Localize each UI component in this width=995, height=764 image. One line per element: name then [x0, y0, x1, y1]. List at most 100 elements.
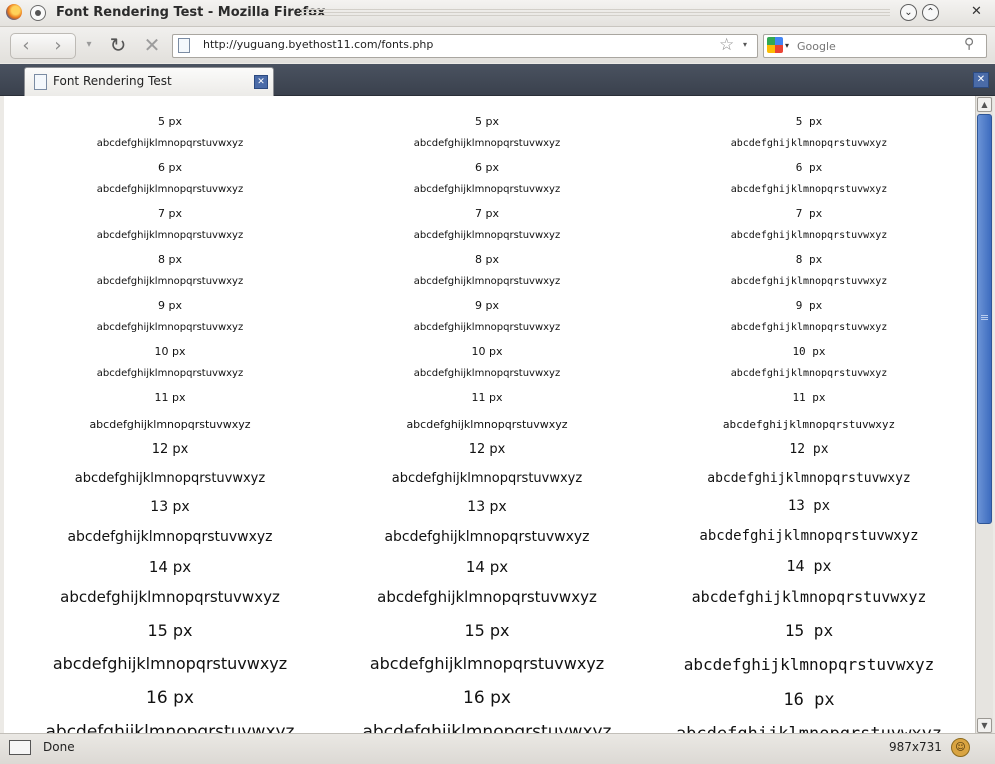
addon-smiley-icon[interactable]: ☺ — [951, 738, 970, 757]
scroll-down-button[interactable]: ▼ — [977, 718, 992, 733]
document-icon — [34, 74, 47, 90]
sample-text: abcdefghijklmnopqrstuvwxyz — [369, 654, 605, 673]
size-label: 5 px — [795, 115, 823, 128]
size-label: 11 px — [471, 391, 503, 404]
size-label: 13 px — [150, 499, 190, 515]
sample-text: abcdefghijklmnopqrstuvwxyz — [96, 368, 244, 379]
vertical-scrollbar[interactable]: ▲ ▼ — [975, 96, 993, 733]
minimize-button[interactable]: ⌄ — [900, 4, 917, 21]
tab-font-rendering-test[interactable]: Font Rendering Test ✕ — [24, 67, 274, 96]
window-menu-icon[interactable] — [30, 5, 46, 21]
back-button[interactable]: ‹ — [10, 33, 42, 59]
size-label: 10 px — [154, 345, 186, 358]
scrollbar-thumb[interactable] — [977, 114, 992, 524]
size-label: 6 px — [795, 161, 823, 174]
page-content: 5 px abcdefghijklmnopqrstuvwxyz 6 px abcdef… — [4, 96, 975, 733]
size-label: 6 px — [475, 161, 499, 174]
sample-text: abcdefghijklmnopqrstuvwxyz — [730, 368, 888, 379]
size-label: 8 px — [475, 253, 499, 266]
tab-strip: Font Rendering Test ✕ — [0, 64, 995, 96]
page-icon — [178, 38, 190, 53]
sample-text: abcdefghijklmnopqrstuvwxyz — [60, 588, 280, 606]
size-label: 11 px — [154, 391, 186, 404]
sample-text: abcdefghijklmnopqrstuvwxyz — [406, 418, 568, 431]
sample-text: abcdefghijklmnopqrstuvwxyz — [730, 138, 888, 149]
sample-text: abcdefghijklmnopqrstuvwxyz — [74, 471, 266, 486]
search-engine-dropdown-icon[interactable]: ▾ — [785, 41, 789, 50]
size-label: 14 px — [148, 558, 192, 576]
size-label: 16 px — [146, 688, 194, 708]
sample-text: abcdefghijklmnopqrstuvwxyz — [691, 588, 927, 606]
size-label: 15 px — [147, 621, 193, 640]
size-label: 7 px — [795, 207, 823, 220]
window-title: Font Rendering Test - Mozilla Firefox — [56, 5, 326, 20]
sample-text: abcdefghijklmnopqrstuvwxyz — [96, 138, 244, 149]
sample-text: abcdefghijklmnopqrstuvwxyz — [96, 322, 244, 333]
window-titlebar[interactable]: Font Rendering Test - Mozilla Firefox ⌄ … — [0, 0, 995, 27]
sample-text: abcdefghijklmnopqrstuvwxyz — [67, 529, 273, 545]
stop-button[interactable]: ✕ — [138, 33, 166, 57]
sample-text: abcdefghijklmnopqrstuvwxyz — [413, 230, 561, 241]
size-label: 5 px — [475, 115, 499, 128]
size-label: 8 px — [795, 253, 823, 266]
firefox-logo-icon — [6, 4, 22, 20]
size-label: 8 px — [158, 253, 182, 266]
search-input[interactable] — [797, 38, 957, 54]
size-label: 7 px — [475, 207, 499, 220]
sample-text: abcdefghijklmnopqrstuvwxyz — [96, 230, 244, 241]
sample-text: abcdefghijklmnopqrstuvwxyz — [683, 655, 935, 674]
forward-button[interactable]: › — [41, 33, 76, 59]
tab-label: Font Rendering Test — [53, 74, 172, 88]
size-label: 11 px — [792, 391, 826, 404]
sample-text: abcdefghijklmnopqrstuvwxyz — [362, 722, 612, 734]
sample-text: abcdefghijklmnopqrstuvwxyz — [384, 529, 590, 545]
size-label: 5 px — [158, 115, 182, 128]
size-label: 10 px — [792, 345, 826, 358]
size-label: 14 px — [465, 558, 509, 576]
close-tab-button[interactable]: ✕ — [973, 72, 989, 88]
sample-text: abcdefghijklmnopqrstuvwxyz — [377, 588, 597, 606]
sample-text: abcdefghijklmnopqrstuvwxyz — [707, 471, 911, 486]
sample-text: abcdefghijklmnopqrstuvwxyz — [413, 138, 561, 149]
sample-text: abcdefghijklmnopqrstuvwxyz — [413, 276, 561, 287]
size-label: 9 px — [475, 299, 499, 312]
sample-text: abcdefghijklmnopqrstuvwxyz — [96, 184, 244, 195]
scroll-up-button[interactable]: ▲ — [977, 97, 992, 112]
status-text: Done — [43, 740, 75, 754]
url-text[interactable]: http://yuguang.byethost11.com/fonts.php — [203, 38, 433, 51]
size-label: 9 px — [158, 299, 182, 312]
window-size-readout: 987x731 — [889, 740, 942, 754]
history-dropdown-button[interactable]: ▾ — [82, 33, 96, 57]
sample-text: abcdefghijklmnopqrstuvwxyz — [413, 322, 561, 333]
sample-text: abcdefghijklmnopqrstuvwxyz — [730, 322, 888, 333]
sample-text: abcdefghijklmnopqrstuvwxyz — [730, 230, 888, 241]
sample-text: abcdefghijklmnopqrstuvwxyz — [722, 418, 896, 431]
sample-text: abcdefghijklmnopqrstuvwxyz — [730, 276, 888, 287]
google-engine-icon[interactable] — [767, 37, 783, 53]
sample-text: abcdefghijklmnopqrstuvwxyz — [413, 184, 561, 195]
sample-text: abcdefghijklmnopqrstuvwxyz — [651, 726, 967, 734]
maximize-button[interactable]: ⌃ — [922, 4, 939, 21]
status-monitor-icon[interactable] — [9, 740, 31, 755]
size-label: 7 px — [158, 207, 182, 220]
sample-text: abcdefghijklmnopqrstuvwxyz — [96, 276, 244, 287]
reload-button[interactable]: ↻ — [104, 33, 132, 57]
sample-text: abcdefghijklmnopqrstuvwxyz — [89, 418, 251, 431]
size-label: 14 px — [786, 557, 832, 575]
url-bar[interactable]: http://yuguang.byethost11.com/fonts.php … — [172, 34, 758, 58]
search-icon[interactable]: ⚲ — [964, 36, 974, 52]
size-label: 16 px — [463, 688, 511, 708]
bookmark-star-icon[interactable]: ☆ — [719, 35, 734, 55]
size-label: 12 px — [468, 442, 506, 457]
sample-text: abcdefghijklmnopqrstuvwxyz — [52, 654, 288, 673]
tab-close-button[interactable]: ✕ — [254, 75, 268, 89]
search-bar[interactable]: ▾ ⚲ — [763, 34, 987, 58]
sample-text: abcdefghijklmnopqrstuvwxyz — [391, 471, 583, 486]
window-close-button[interactable]: ✕ — [969, 4, 984, 19]
size-label: 13 px — [787, 498, 831, 514]
size-label: 10 px — [471, 345, 503, 358]
url-dropdown-icon[interactable]: ▾ — [743, 40, 747, 49]
size-label: 6 px — [158, 161, 182, 174]
sample-text: abcdefghijklmnopqrstuvwxyz — [413, 368, 561, 379]
size-label: 13 px — [467, 499, 507, 515]
